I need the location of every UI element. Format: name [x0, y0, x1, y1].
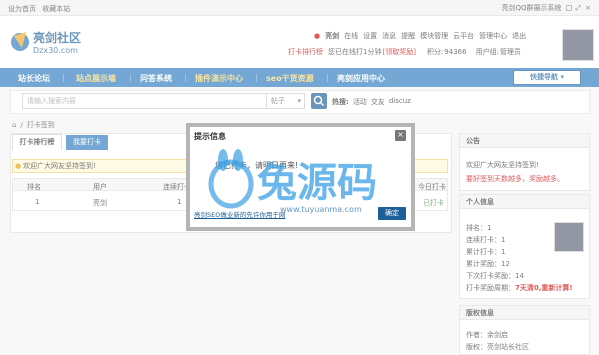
close-icon[interactable]: × — [395, 130, 406, 141]
dialog-title: 提示信息 — [194, 132, 226, 141]
ok-button[interactable]: 确定 — [378, 207, 406, 220]
dialog-link[interactable]: 亮剑SEO做业新的先许你用于网 — [194, 209, 285, 219]
watermark-text: 兔源码 — [257, 160, 377, 206]
watermark-url: www.tuyuanma.com — [280, 205, 362, 214]
